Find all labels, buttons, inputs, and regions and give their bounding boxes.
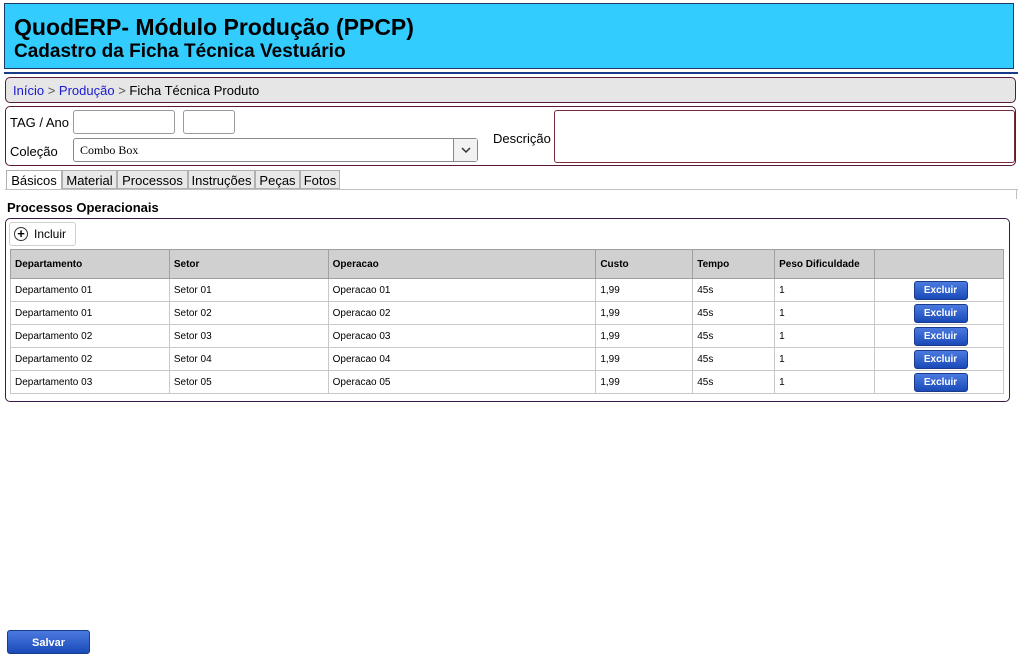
- tab-pecas[interactable]: Peças: [255, 170, 300, 189]
- cell-departamento: Departamento 01: [10, 301, 170, 325]
- cell-custo: 1,99: [595, 324, 694, 348]
- add-process-label: Incluir: [34, 227, 67, 241]
- processes-panel: + Incluir Departamento Setor Operacao Cu…: [5, 218, 1010, 402]
- cell-actions: Excluir: [874, 278, 1004, 302]
- cell-setor: Setor 02: [168, 301, 329, 325]
- cell-operacao: Operacao 04: [327, 347, 597, 371]
- breadcrumb-separator: >: [118, 83, 126, 98]
- cell-setor: Setor 04: [168, 347, 329, 371]
- colecao-selected-value: Combo Box: [80, 143, 139, 157]
- breadcrumb-separator: >: [47, 83, 56, 98]
- tab-divider-edge: [1016, 189, 1017, 199]
- cell-departamento: Departamento 01: [10, 278, 170, 302]
- cell-setor: Setor 03: [168, 324, 329, 348]
- column-header-operacao[interactable]: Operacao: [327, 249, 597, 279]
- breadcrumb: Início > Produção > Ficha Técnica Produt…: [5, 77, 1016, 103]
- table-row: Departamento 01 Setor 02 Operacao 02 1,9…: [10, 301, 1004, 325]
- cell-peso: 1: [774, 278, 876, 302]
- app-title: QuodERP- Módulo Produção (PPCP): [14, 14, 414, 40]
- delete-button[interactable]: Excluir: [913, 326, 968, 346]
- delete-button[interactable]: Excluir: [913, 349, 968, 369]
- descricao-label: Descrição: [493, 131, 551, 146]
- cell-peso: 1: [774, 301, 876, 325]
- cell-custo: 1,99: [595, 370, 694, 394]
- header-divider: [4, 72, 1018, 74]
- ano-input[interactable]: [183, 110, 235, 134]
- tab-processos[interactable]: Processos: [117, 170, 188, 189]
- delete-button[interactable]: Excluir: [913, 303, 968, 323]
- cell-peso: 1: [774, 324, 876, 348]
- breadcrumb-home-link[interactable]: Início: [13, 83, 44, 98]
- table-row: Departamento 03 Setor 05 Operacao 05 1,9…: [10, 370, 1004, 394]
- add-process-button[interactable]: + Incluir: [9, 222, 76, 246]
- cell-departamento: Departamento 02: [10, 347, 170, 371]
- cell-actions: Excluir: [874, 324, 1004, 348]
- cell-actions: Excluir: [874, 370, 1004, 394]
- cell-tempo: 45s: [692, 301, 776, 325]
- column-header-custo[interactable]: Custo: [595, 249, 694, 279]
- save-button[interactable]: Salvar: [7, 630, 90, 654]
- cell-departamento: Departamento 02: [10, 324, 170, 348]
- processes-table: Departamento Setor Operacao Custo Tempo …: [10, 249, 1004, 394]
- cell-operacao: Operacao 01: [327, 278, 597, 302]
- tab-material[interactable]: Material: [62, 170, 117, 189]
- column-header-departamento[interactable]: Departamento: [10, 249, 170, 279]
- cell-tempo: 45s: [692, 278, 776, 302]
- table-row: Departamento 02 Setor 04 Operacao 04 1,9…: [10, 347, 1004, 371]
- cell-actions: Excluir: [874, 347, 1004, 371]
- section-title: Processos Operacionais: [7, 200, 159, 215]
- colecao-select[interactable]: Combo Box: [73, 138, 478, 162]
- app-header: QuodERP- Módulo Produção (PPCP) Cadastro…: [4, 3, 1014, 69]
- colecao-label: Coleção: [10, 144, 58, 159]
- page-subtitle: Cadastro da Ficha Técnica Vestuário: [14, 41, 346, 62]
- chevron-down-icon[interactable]: [453, 139, 477, 161]
- table-row: Departamento 01 Setor 01 Operacao 01 1,9…: [10, 278, 1004, 302]
- cell-setor: Setor 01: [168, 278, 329, 302]
- cell-departamento: Departamento 03: [10, 370, 170, 394]
- cell-actions: Excluir: [874, 301, 1004, 325]
- cell-custo: 1,99: [595, 301, 694, 325]
- cell-custo: 1,99: [595, 347, 694, 371]
- table-header-row: Departamento Setor Operacao Custo Tempo …: [10, 249, 1004, 279]
- cell-tempo: 45s: [692, 324, 776, 348]
- tab-basicos[interactable]: Básicos: [6, 170, 62, 190]
- cell-peso: 1: [774, 347, 876, 371]
- tab-instrucoes[interactable]: Instruções: [188, 170, 255, 189]
- cell-setor: Setor 05: [168, 370, 329, 394]
- product-header-form: TAG / Ano Coleção Combo Box Descrição: [5, 106, 1016, 166]
- tag-input[interactable]: [73, 110, 175, 134]
- delete-button[interactable]: Excluir: [913, 280, 968, 300]
- cell-operacao: Operacao 02: [327, 301, 597, 325]
- column-header-tempo[interactable]: Tempo: [692, 249, 776, 279]
- cell-operacao: Operacao 05: [327, 370, 597, 394]
- tab-divider: [5, 189, 1018, 190]
- table-row: Departamento 02 Setor 03 Operacao 03 1,9…: [10, 324, 1004, 348]
- plus-circle-icon: +: [14, 227, 28, 241]
- cell-custo: 1,99: [595, 278, 694, 302]
- descricao-textarea[interactable]: [554, 110, 1015, 163]
- tag-ano-label: TAG / Ano: [10, 115, 70, 130]
- cell-operacao: Operacao 03: [327, 324, 597, 348]
- cell-tempo: 45s: [692, 347, 776, 371]
- cell-peso: 1: [774, 370, 876, 394]
- column-header-setor[interactable]: Setor: [168, 249, 329, 279]
- delete-button[interactable]: Excluir: [913, 372, 968, 392]
- breadcrumb-producao-link[interactable]: Produção: [59, 83, 115, 98]
- column-header-peso[interactable]: Peso Dificuldade: [774, 249, 876, 279]
- column-header-actions: [874, 249, 1004, 279]
- cell-tempo: 45s: [692, 370, 776, 394]
- tab-fotos[interactable]: Fotos: [300, 170, 340, 189]
- breadcrumb-current: Ficha Técnica Produto: [129, 83, 260, 98]
